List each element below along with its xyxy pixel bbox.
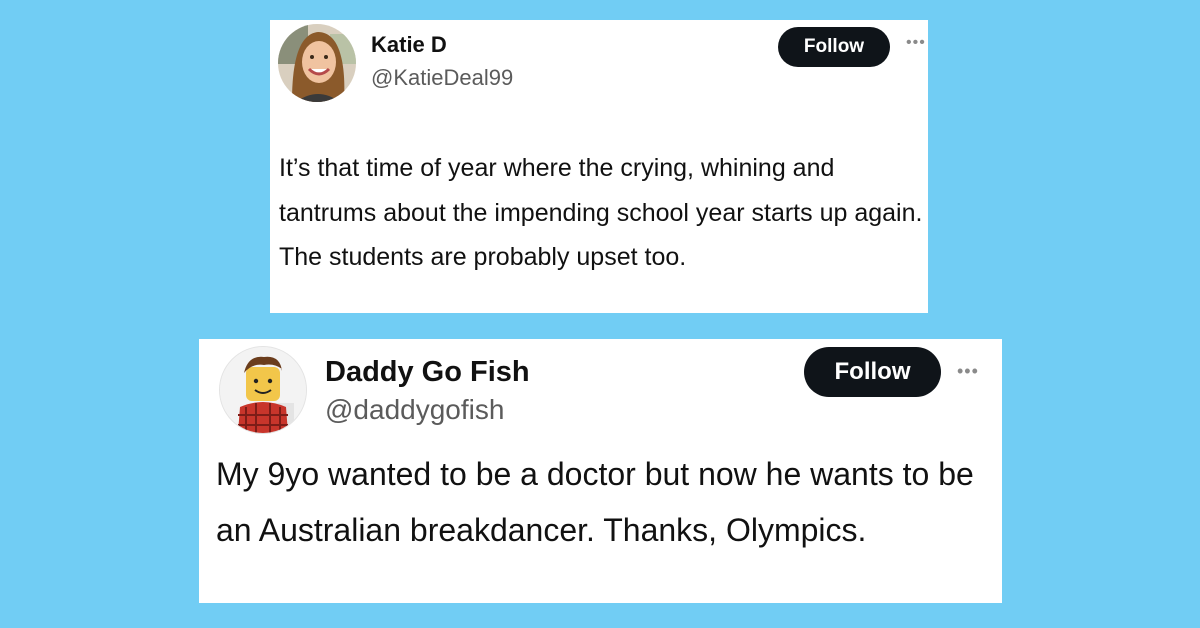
more-horizontal-icon[interactable]: •••: [906, 34, 926, 52]
author-handle[interactable]: @daddygofish: [325, 394, 504, 426]
author-handle[interactable]: @KatieDeal99: [371, 65, 513, 91]
tweet-text: My 9yo wanted to be a doctor but now he …: [216, 456, 974, 548]
follow-button[interactable]: Follow: [804, 347, 941, 397]
follow-button[interactable]: Follow: [778, 27, 890, 67]
avatar[interactable]: [278, 24, 356, 102]
tweet-card: Daddy Go Fish @daddygofish Follow ••• My…: [199, 339, 1002, 603]
avatar[interactable]: [219, 346, 307, 434]
author-name[interactable]: Katie D: [371, 32, 447, 58]
author-name[interactable]: Daddy Go Fish: [325, 356, 530, 389]
tweet-card: Katie D @KatieDeal99 Follow ••• It’s tha…: [270, 20, 928, 313]
more-horizontal-icon[interactable]: •••: [957, 361, 979, 382]
tweet-text: It’s that time of year where the crying,…: [279, 154, 923, 271]
